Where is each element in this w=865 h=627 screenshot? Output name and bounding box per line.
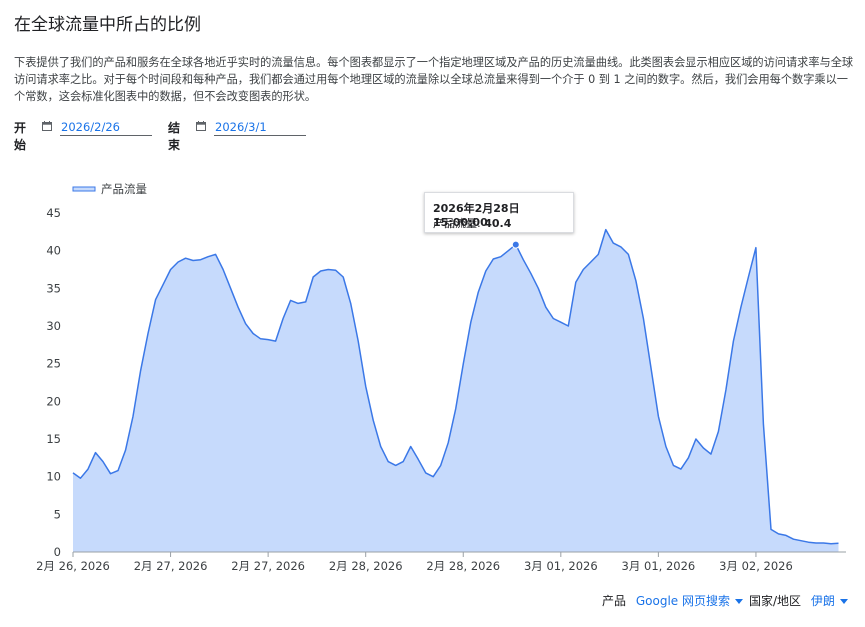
y-tick-label: 5 [54, 507, 61, 521]
x-tick-label: 2月 28, 2026 [426, 559, 500, 573]
y-tick-label: 25 [46, 357, 61, 371]
region-selector[interactable]: 国家/地区 伊朗 [749, 592, 848, 609]
series-area [73, 229, 839, 552]
x-tick-label: 2月 28, 2026 [329, 559, 403, 573]
end-date-input[interactable]: 2026/3/1 [214, 118, 306, 136]
calendar-icon[interactable] [42, 121, 52, 131]
y-tick-label: 35 [46, 281, 61, 295]
legend-label: 产品流量 [101, 182, 147, 196]
page-description: 下表提供了我们的产品和服务在全球各地近乎实时的流量信息。每个图表都显示了一个指定… [14, 56, 854, 103]
y-tick-label: 40 [46, 244, 61, 258]
page-title: 在全球流量中所占的比例 [14, 15, 201, 35]
end-label: 结束 [168, 121, 181, 152]
region-label: 国家/地区 [749, 594, 802, 608]
start-label: 开始 [14, 121, 27, 152]
tooltip-value-line: 产品流量: 40.4 [433, 215, 511, 231]
y-tick-label: 15 [46, 432, 61, 446]
dropdown-caret-icon[interactable] [734, 599, 743, 604]
x-tick-label: 2月 27, 2026 [134, 559, 208, 573]
chart-tooltip: 2026年2月28日 15:00:00 产品流量: 40.4 [424, 192, 574, 233]
dropdown-caret-icon[interactable] [839, 599, 848, 604]
y-tick-label: 45 [46, 206, 61, 220]
y-tick-label: 20 [46, 394, 61, 408]
y-tick-label: 10 [46, 470, 61, 484]
highlight-point [511, 240, 520, 249]
y-tick-label: 0 [54, 545, 61, 559]
tooltip-series-label: 产品流量: [433, 217, 481, 230]
x-tick-label: 2月 27, 2026 [231, 559, 305, 573]
x-tick-label: 2月 26, 2026 [36, 559, 110, 573]
x-tick-label: 3月 02, 2026 [719, 559, 793, 573]
calendar-icon[interactable] [196, 121, 206, 131]
region-value[interactable]: 伊朗 [811, 594, 835, 608]
legend-swatch [72, 186, 96, 192]
x-tick-label: 3月 01, 2026 [524, 559, 598, 573]
x-tick-label: 3月 01, 2026 [622, 559, 696, 573]
tooltip-value: 40.4 [484, 217, 512, 230]
y-tick-label: 30 [46, 319, 61, 333]
product-label: 产品 [602, 594, 627, 608]
start-date-input[interactable]: 2026/2/26 [60, 118, 152, 136]
product-value[interactable]: Google 网页搜索 [636, 594, 730, 608]
product-selector[interactable]: 产品 Google 网页搜索 [602, 592, 743, 609]
